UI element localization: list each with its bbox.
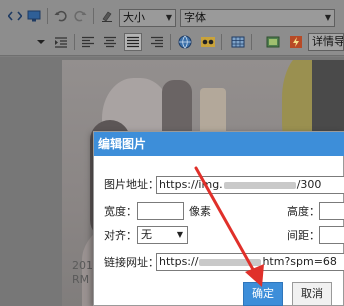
toolbar-divider [251, 34, 252, 50]
toolbar-divider [170, 34, 171, 50]
toolbar-divider [93, 8, 94, 24]
height-input[interactable] [319, 202, 344, 220]
align-center-icon[interactable] [101, 33, 119, 51]
indent-icon[interactable] [52, 33, 70, 51]
spacing-input[interactable] [319, 226, 344, 244]
more-chevron-icon[interactable] [36, 33, 46, 51]
font-size-select[interactable]: 大小 ▼ [119, 9, 176, 27]
dialog-title: 编辑图片 [98, 137, 147, 151]
link-globe-icon[interactable] [176, 33, 194, 51]
align-justify-icon[interactable] [124, 33, 142, 51]
spacing-label: 间距： [287, 229, 320, 242]
image-url-input[interactable]: https://img./300 [156, 176, 344, 194]
detail-import-button[interactable]: 详情导 [308, 33, 344, 51]
align-label: 对齐： [104, 229, 137, 242]
toolbar-divider [47, 8, 48, 24]
preview-icon[interactable] [25, 7, 43, 25]
toolbar-divider [74, 34, 75, 50]
cancel-button[interactable]: 取消 [292, 282, 332, 306]
clear-format-icon[interactable] [98, 7, 116, 25]
width-label: 宽度： [104, 205, 137, 218]
height-label: 高度： [287, 205, 320, 218]
redacted-text [223, 181, 296, 189]
image-url-label: 图片地址： [104, 178, 159, 191]
editor-toolbar: 大小 ▼ 字体 ▼ 详情导 [0, 0, 344, 56]
width-unit-label: 像素 [189, 205, 211, 218]
table-icon[interactable] [229, 33, 247, 51]
emoji-glasses-icon[interactable] [199, 33, 217, 51]
redo-icon[interactable] [71, 7, 89, 25]
insert-image-icon[interactable] [264, 33, 282, 51]
align-left-icon[interactable] [79, 33, 97, 51]
chevron-down-icon: ▼ [324, 13, 331, 22]
edit-image-dialog: 编辑图片 图片地址： https://img./300 宽度： 像素 高度： 对… [93, 131, 344, 306]
font-family-select[interactable]: 字体 ▼ [180, 9, 335, 27]
undo-icon[interactable] [52, 7, 70, 25]
dialog-header[interactable]: 编辑图片 [94, 132, 344, 156]
flash-icon[interactable] [287, 33, 305, 51]
align-right-icon[interactable] [148, 33, 166, 51]
source-code-icon[interactable] [6, 7, 24, 25]
link-url-input[interactable]: https://htm?spm=68 [156, 253, 344, 271]
align-select[interactable]: 无 ▼ [137, 226, 188, 244]
ok-button[interactable]: 确定 [243, 282, 283, 306]
redacted-text [199, 258, 262, 266]
chevron-down-icon: ▼ [176, 230, 183, 239]
link-url-label: 链接网址： [104, 256, 159, 269]
width-input[interactable] [137, 202, 184, 220]
chevron-down-icon: ▼ [165, 13, 172, 22]
toolbar-divider [221, 34, 222, 50]
